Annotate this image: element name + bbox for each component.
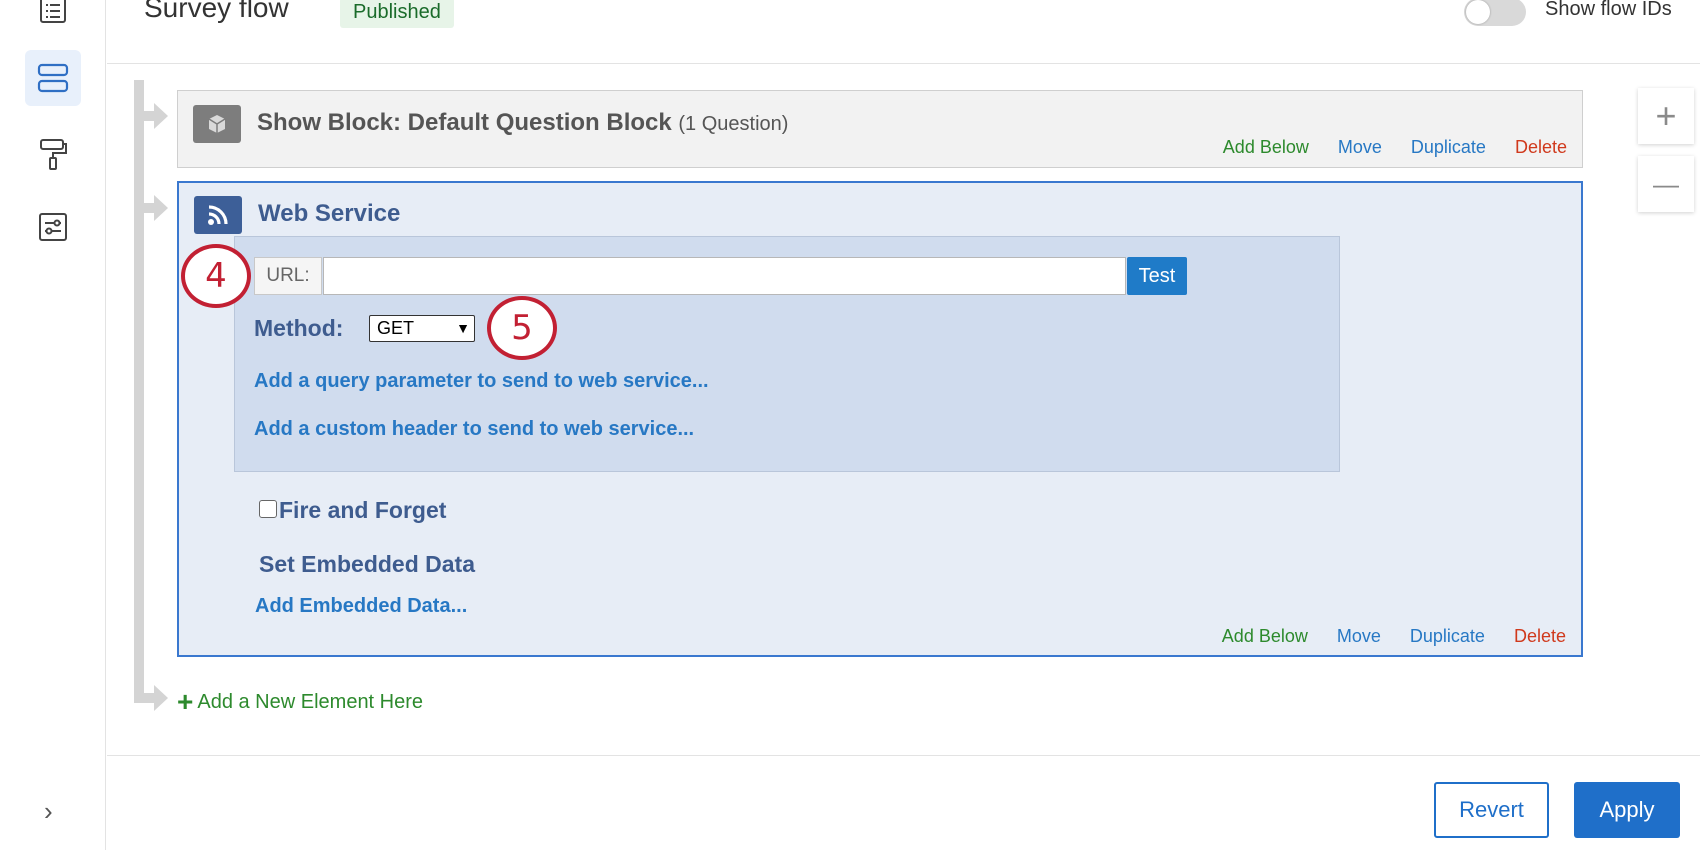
survey-flow-button[interactable] xyxy=(25,50,81,106)
web-service-block[interactable]: Web Service URL: Test Method: GET ▼ Add … xyxy=(177,181,1583,657)
block-icon-container xyxy=(193,105,241,143)
method-selected-value: GET xyxy=(377,318,415,338)
add-embedded-data-link[interactable]: Add Embedded Data... xyxy=(255,595,467,618)
block-title: Show Block: Default Question Block (1 Qu… xyxy=(257,109,788,137)
set-embedded-data-title: Set Embedded Data xyxy=(259,551,475,577)
add-new-element-link[interactable]: + Add a New Element Here xyxy=(177,686,423,718)
delete-link[interactable]: Delete xyxy=(1514,626,1566,646)
show-flow-ids-toggle[interactable] xyxy=(1464,0,1526,26)
survey-options-button[interactable] xyxy=(25,199,81,255)
fire-and-forget-checkbox[interactable] xyxy=(259,500,277,518)
survey-flow-page: › Survey flow Published Show flow IDs + … xyxy=(0,0,1700,850)
list-icon xyxy=(40,0,66,23)
add-below-link[interactable]: Add Below xyxy=(1223,137,1309,157)
fire-and-forget-label: Fire and Forget xyxy=(279,497,447,523)
flow-connector-line xyxy=(134,80,144,703)
web-service-settings-panel: URL: Test Method: GET ▼ Add a query para… xyxy=(234,236,1340,472)
block-icon-container xyxy=(194,196,242,234)
look-and-feel-button[interactable] xyxy=(25,126,81,182)
flow-connector-branch xyxy=(134,203,156,213)
survey-flow-icon xyxy=(37,63,69,93)
apply-button[interactable]: Apply xyxy=(1574,782,1680,838)
move-link[interactable]: Move xyxy=(1338,137,1382,157)
survey-list-button[interactable] xyxy=(25,0,81,38)
left-rail: › xyxy=(0,0,106,850)
test-button[interactable]: Test xyxy=(1127,257,1187,295)
plus-icon: + xyxy=(1655,95,1677,136)
default-question-block[interactable]: Show Block: Default Question Block (1 Qu… xyxy=(177,90,1583,168)
chevron-right-icon[interactable]: › xyxy=(44,796,53,827)
chevron-down-icon: ▼ xyxy=(456,320,470,336)
minus-icon: — xyxy=(1653,168,1679,199)
duplicate-link[interactable]: Duplicate xyxy=(1411,137,1486,157)
add-new-element-label: Add a New Element Here xyxy=(197,691,424,713)
method-label: Method: xyxy=(254,315,344,341)
zoom-out-button[interactable]: — xyxy=(1638,156,1694,212)
plus-icon: + xyxy=(177,686,194,717)
settings-sliders-icon xyxy=(39,213,67,241)
url-input[interactable] xyxy=(323,257,1126,295)
method-select[interactable]: GET ▼ xyxy=(369,315,475,342)
page-footer: Revert Apply xyxy=(107,755,1700,850)
revert-button[interactable]: Revert xyxy=(1434,782,1549,838)
cube-icon xyxy=(208,115,226,133)
paint-roller-icon xyxy=(40,139,67,170)
block-title: Web Service xyxy=(258,200,401,227)
delete-link[interactable]: Delete xyxy=(1515,137,1567,157)
block-actions: Add Below Move Duplicate Delete xyxy=(1199,137,1567,158)
page-header: Survey flow Published Show flow IDs xyxy=(107,0,1700,64)
add-query-parameter-link[interactable]: Add a query parameter to send to web ser… xyxy=(254,370,709,393)
callout-marker-4: 4 xyxy=(181,244,251,308)
block-actions: Add Below Move Duplicate Delete xyxy=(1198,626,1566,647)
page-title: Survey flow xyxy=(144,0,289,23)
rss-icon xyxy=(208,205,228,225)
flow-arrow-icon xyxy=(154,195,168,221)
add-below-link[interactable]: Add Below xyxy=(1222,626,1308,646)
show-flow-ids-label: Show flow IDs xyxy=(1545,0,1672,20)
block-question-count: (1 Question) xyxy=(678,113,789,135)
toggle-knob xyxy=(1466,0,1490,24)
callout-marker-5: 5 xyxy=(487,296,557,360)
block-title-text: Show Block: Default Question Block xyxy=(257,109,672,136)
zoom-in-button[interactable]: + xyxy=(1638,88,1694,144)
add-custom-header-link[interactable]: Add a custom header to send to web servi… xyxy=(254,418,694,441)
move-link[interactable]: Move xyxy=(1337,626,1381,646)
url-label: URL: xyxy=(254,257,322,295)
flow-connector-branch xyxy=(134,111,156,121)
flow-connector-branch xyxy=(134,693,156,703)
status-badge: Published xyxy=(340,0,454,28)
duplicate-link[interactable]: Duplicate xyxy=(1410,626,1485,646)
flow-arrow-icon xyxy=(154,685,168,711)
flow-arrow-icon xyxy=(154,103,168,129)
